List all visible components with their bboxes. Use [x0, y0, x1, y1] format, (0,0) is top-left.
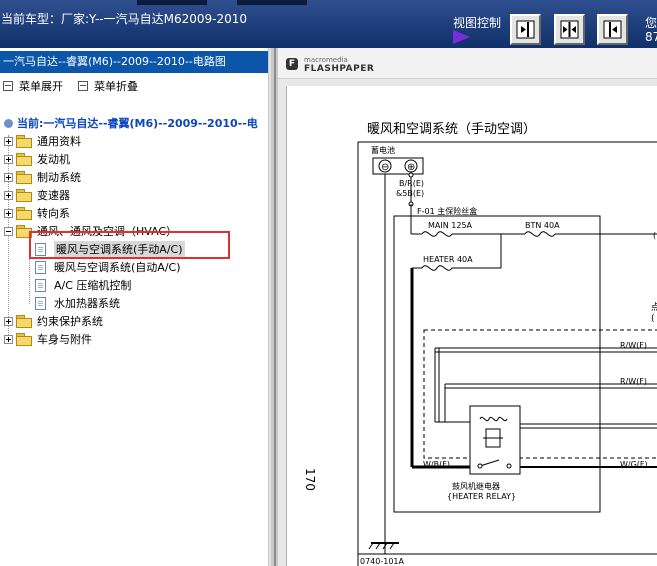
flashpaper-header: F macromedia FLASHPAPER: [278, 48, 657, 79]
play-arrow-icon: [453, 30, 470, 44]
wire-rw-label-2: R/W(F): [620, 377, 647, 386]
relay-label-en: {HEATER RELAY}: [447, 492, 516, 501]
tree-item-label: 制动系统: [37, 171, 81, 184]
tree-item-ac-compressor[interactable]: A/C 压缩机控制: [35, 276, 131, 294]
product-label: FLASHPAPER: [304, 64, 375, 74]
folder-icon: [16, 333, 32, 346]
fuse-box-label: F-01 主保险丝盒: [417, 206, 477, 216]
heater-relay: [469, 405, 521, 475]
expand-icon[interactable]: [4, 172, 13, 182]
document-viewer: F macromedia FLASHPAPER 暖风和空调系统（手动空调） 蓄电…: [278, 48, 657, 566]
current-path: 当前:一汽马自达--睿翼(M6)--2009--2010--电: [4, 115, 258, 131]
split-view-button[interactable]: [554, 14, 585, 45]
current-car-model: 当前车型：厂家:Y--一汽马自达M62009-2010: [1, 12, 248, 26]
tree-item-label: 转向系: [37, 207, 70, 220]
highlight-box: [29, 231, 230, 259]
expand-all-label: 菜单展开: [19, 80, 63, 93]
split-icon: [560, 20, 579, 39]
tree-item-engine[interactable]: 发动机: [4, 150, 70, 168]
expand-icon[interactable]: [4, 136, 13, 146]
tree-item-general[interactable]: 通用资料: [4, 132, 81, 150]
top-decoration: [237, 0, 307, 5]
top-decoration: [137, 0, 207, 5]
tree-item-steering[interactable]: 转向系: [4, 204, 70, 222]
document-code: 0740-101A: [360, 557, 405, 566]
brand-label: macromedia: [304, 56, 348, 64]
folder-icon: [16, 189, 32, 202]
expand-icon[interactable]: [4, 334, 13, 344]
show-left-pane-button[interactable]: [597, 14, 628, 45]
current-path-label: 当前:一汽马自达--睿翼(M6)--2009--2010--电: [17, 117, 258, 130]
tree-item-label: A/C 压缩机控制: [54, 279, 132, 292]
document-icon: [35, 260, 46, 274]
folder-icon: [16, 207, 32, 220]
side-paren: (: [651, 314, 655, 324]
battery-plus-icon: ⊕: [407, 162, 415, 173]
dock-left-icon: [603, 20, 622, 39]
expand-icon[interactable]: [4, 154, 13, 164]
expand-icon[interactable]: [4, 190, 13, 200]
folder-icon: [16, 171, 32, 184]
collapse-all-label: 菜单折叠: [94, 80, 138, 93]
tree-item-label: 变速器: [37, 189, 70, 202]
collapse-all-button[interactable]: 菜单折叠: [78, 78, 138, 94]
pane-splitter[interactable]: [268, 48, 278, 566]
folder-icon: [16, 135, 32, 148]
wire-5b-label: &5B(E): [396, 189, 424, 198]
tree-item-water-heater[interactable]: 水加热器系统: [35, 294, 120, 312]
fuse-heater-label: HEATER 40A: [423, 255, 473, 264]
collapse-icon[interactable]: [4, 226, 13, 236]
wire-end-mark: (: [653, 231, 656, 240]
tree-item-label: 暖风与空调系统(自动A/C): [54, 261, 181, 274]
document-icon: [35, 296, 46, 310]
page-number: 170: [303, 468, 317, 491]
document-page: 暖风和空调系统（手动空调） 蓄电池 ⊖ ⊕ B/R(E) &5B(E) F-01…: [286, 86, 657, 566]
tree-item-body[interactable]: 车身与附件: [4, 330, 92, 348]
tree-item-label: 约束保护系统: [37, 315, 103, 328]
tree-toolbar: 菜单展开 菜单折叠: [0, 78, 268, 96]
show-right-pane-button[interactable]: [510, 14, 541, 45]
document-icon: [35, 278, 46, 292]
folder-icon: [16, 315, 32, 328]
view-control-label: 视图控制: [453, 16, 502, 30]
tree-item-auto-ac[interactable]: 暖风与空调系统(自动A/C): [35, 258, 181, 276]
tree-item-label: 车身与附件: [37, 333, 92, 346]
dock-right-icon: [516, 20, 535, 39]
folder-icon: [16, 153, 32, 166]
expand-all-button[interactable]: 菜单展开: [3, 78, 63, 94]
tree-item-brakes[interactable]: 制动系统: [4, 168, 81, 186]
wire-br-label: B/R(E): [399, 179, 424, 188]
tree-item-transmission[interactable]: 变速器: [4, 186, 70, 204]
tree-item-label: 通用资料: [37, 135, 81, 148]
wire-rw-label: R/W(F): [620, 341, 647, 350]
relay-label-cn: 鼓风机继电器: [452, 481, 500, 491]
diagram-title: 暖风和空调系统（手动空调）: [367, 122, 536, 137]
top-bar: 当前车型：厂家:Y--一汽马自达M62009-2010 视图控制 您 87: [0, 0, 657, 48]
battery-label: 蓄电池: [371, 145, 395, 155]
minus-box-icon: [3, 81, 13, 91]
minus-box-icon: [78, 81, 88, 91]
wire-wg-label: W/G(F): [620, 460, 648, 469]
flashpaper-logo-icon: F: [286, 58, 298, 70]
help-text: 您 87: [645, 16, 657, 44]
fuse-btn-label: BTN 40A: [525, 221, 560, 230]
expand-icon[interactable]: [4, 316, 13, 326]
wire-wb-label: W/B(F): [423, 460, 450, 469]
fuse-main-label: MAIN 125A: [428, 221, 473, 230]
navigation-panel: 一汽马自达--睿翼(M6)--2009--2010--电路图 菜单展开 菜单折叠…: [0, 48, 268, 566]
wiring-diagram: 暖风和空调系统（手动空调） 蓄电池 ⊖ ⊕ B/R(E) &5B(E) F-01…: [303, 122, 657, 566]
tree-item-label: 发动机: [37, 153, 70, 166]
battery-minus-icon: ⊖: [381, 162, 389, 173]
side-label: 点: [651, 302, 657, 313]
expand-icon[interactable]: [4, 208, 13, 218]
globe-icon: [4, 118, 13, 128]
tree-item-restraint[interactable]: 约束保护系统: [4, 312, 103, 330]
tree-item-label: 水加热器系统: [54, 297, 120, 310]
panel-title: 一汽马自达--睿翼(M6)--2009--2010--电路图: [0, 51, 268, 73]
